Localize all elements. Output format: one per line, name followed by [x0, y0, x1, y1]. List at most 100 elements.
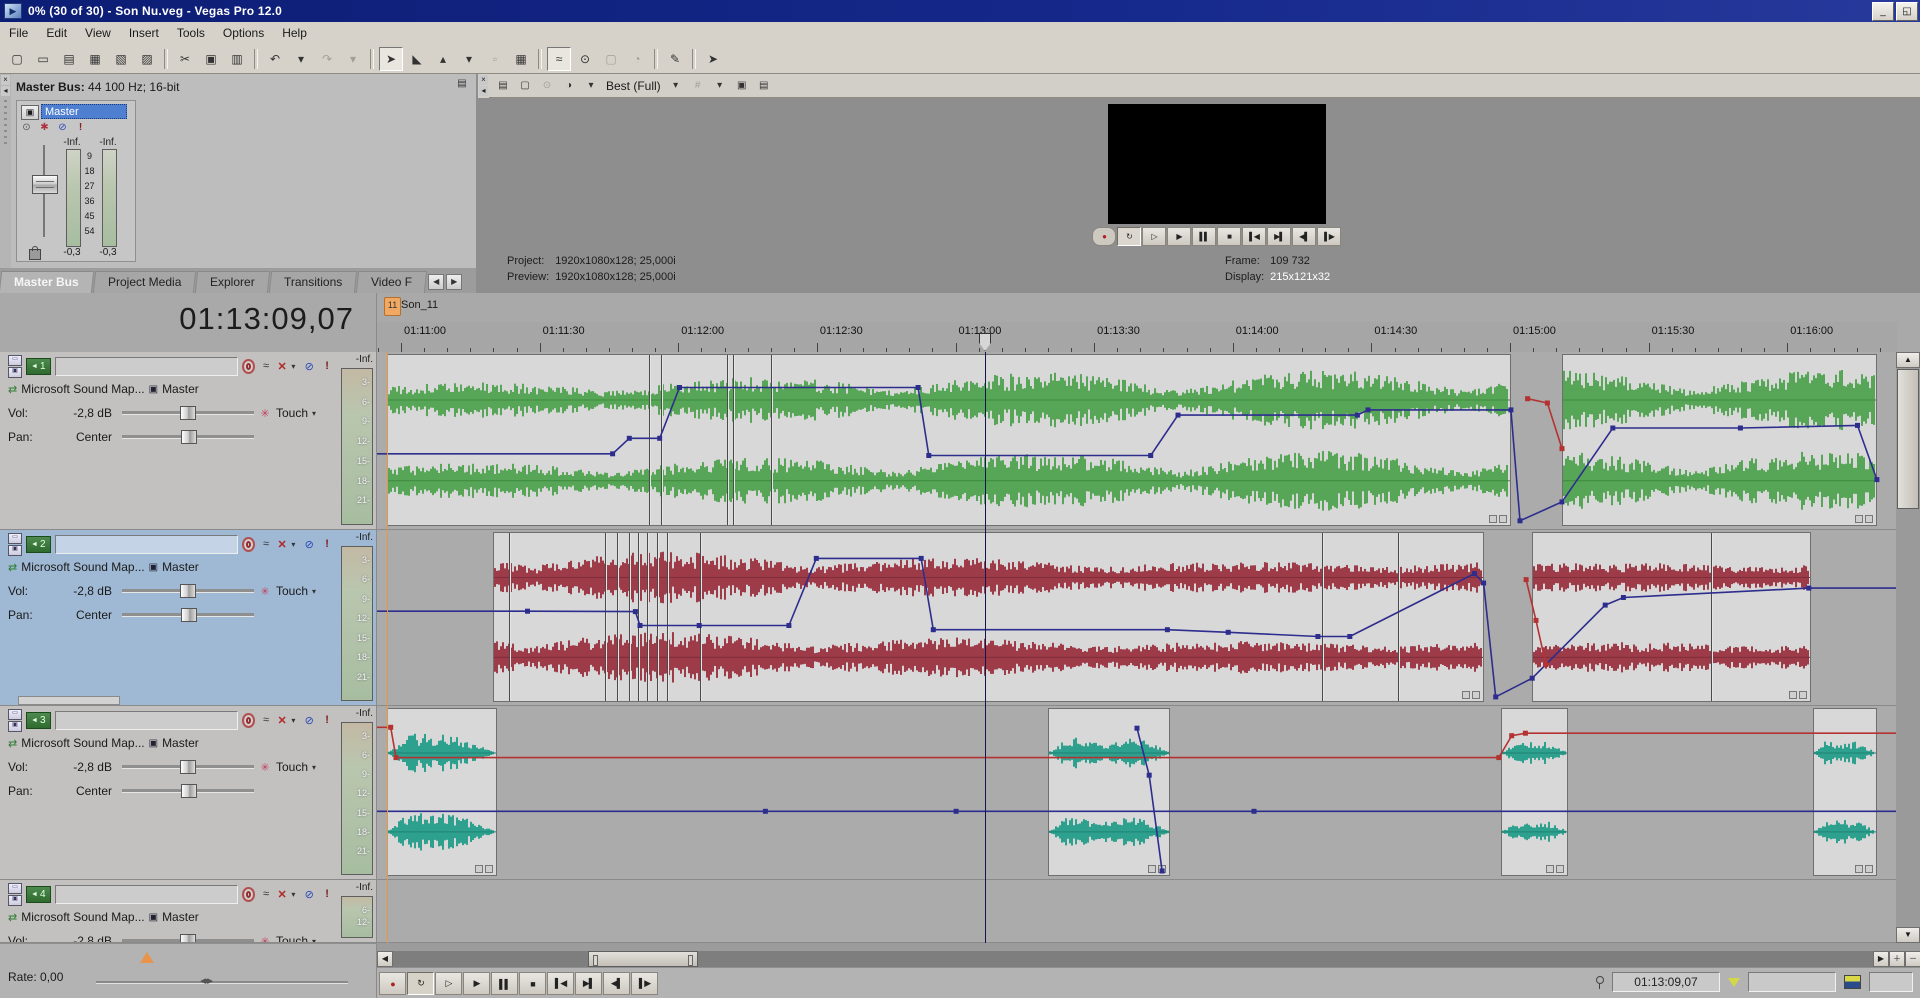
marker-bar[interactable]: 11 Son_11 [377, 293, 1897, 322]
track-name-input[interactable] [55, 711, 238, 730]
event-split[interactable] [733, 355, 734, 525]
arm-record-button[interactable] [242, 713, 256, 728]
redo-history-dropdown[interactable]: ▾ [341, 47, 365, 71]
bus-assign-icon[interactable]: ▣ [149, 912, 158, 923]
tab-project-media[interactable]: Project Media [93, 271, 197, 293]
redo-button[interactable]: ↷ [315, 47, 339, 71]
pan-slider-thumb[interactable] [181, 608, 197, 622]
automation-mode-label[interactable]: Touch [276, 406, 308, 420]
invert-phase-button[interactable]: ! [320, 538, 334, 550]
track-header-4[interactable]: ▭▣◄4≈✕▾⊘!⇄Microsoft Sound Map...▣MasterV… [0, 880, 376, 943]
track-lane-1[interactable] [377, 352, 1897, 530]
audio-event[interactable] [387, 708, 497, 876]
automation-mode-label[interactable]: Touch [276, 760, 308, 774]
event-fx-icon[interactable] [1462, 691, 1480, 699]
track-name-input[interactable] [55, 535, 238, 554]
event-fx-icon[interactable] [1789, 691, 1807, 699]
track-envelope-button[interactable]: ≈ [259, 360, 273, 372]
edit-cursor-line[interactable] [985, 352, 986, 943]
track-envelope-button[interactable]: ≈ [259, 538, 273, 550]
preview-edge-handle[interactable]: × ◂ [478, 74, 489, 98]
mute-button[interactable]: ✕ [277, 360, 287, 373]
menu-file[interactable]: File [0, 23, 37, 43]
pan-value[interactable]: Center [46, 784, 118, 798]
scroll-up-icon[interactable]: ▲ [1896, 352, 1920, 368]
undo-history-dropdown[interactable]: ▾ [289, 47, 313, 71]
track-name-input[interactable] [55, 885, 238, 904]
panel-drag-handle[interactable] [4, 100, 7, 146]
pan-slider-thumb[interactable] [181, 430, 197, 444]
pause-button[interactable]: ▌▌ [491, 972, 518, 995]
minimize-track-icon[interactable]: ▭ [8, 355, 22, 366]
tab-explorer[interactable]: Explorer [195, 271, 270, 293]
menu-help[interactable]: Help [273, 23, 316, 43]
solo-button[interactable]: ⊘ [302, 360, 316, 373]
paste-button[interactable]: ▥ [225, 47, 249, 71]
render-as-button[interactable]: ▧ [109, 47, 133, 71]
automation-gear-icon[interactable]: ✳ [258, 935, 272, 944]
vertical-scrollbar[interactable]: ▲ ▼ [1896, 352, 1920, 943]
event-fx-icon[interactable] [1489, 515, 1507, 523]
project-properties-button[interactable]: ▦ [83, 47, 107, 71]
minimize-track-icon[interactable]: ▭ [8, 533, 22, 544]
overlays-dropdown[interactable]: ▾ [710, 76, 730, 96]
play-from-start-button[interactable]: ▷ [435, 972, 462, 995]
automation-mode-label[interactable]: Touch [276, 584, 308, 598]
event-split[interactable] [700, 533, 701, 701]
bus-name-input[interactable] [41, 104, 127, 119]
vol-value[interactable]: -2,8 dB [46, 584, 118, 598]
event-fx-icon[interactable] [475, 865, 493, 873]
audio-event[interactable] [1048, 708, 1170, 876]
pan-slider[interactable] [122, 613, 254, 617]
automation-gear-icon[interactable]: ✱ [38, 122, 51, 133]
track-envelope-button[interactable]: ≈ [259, 714, 273, 726]
preview-dock-icon[interactable]: ◂ [479, 86, 488, 96]
audio-event[interactable] [493, 532, 1483, 702]
routing-icon[interactable]: ⇄ [8, 737, 17, 750]
track-header-3[interactable]: ▭▣◄3≈✕▾⊘!⇄Microsoft Sound Map...▣MasterV… [0, 706, 376, 880]
restore-track-icon[interactable]: ▣ [8, 895, 22, 906]
loop-playback-button[interactable]: ↻ [407, 972, 434, 995]
cursor-flag[interactable] [979, 333, 991, 351]
stop-button[interactable]: ■ [519, 972, 546, 995]
minimize-button[interactable]: _ [1872, 2, 1894, 21]
preview-play-button[interactable]: ▶ [1167, 227, 1191, 246]
panel-dock-icon[interactable]: ◂ [1, 86, 10, 96]
event-split[interactable] [629, 533, 630, 701]
invert-phase-button[interactable]: ! [320, 360, 334, 372]
mute-icon[interactable]: ⊘ [56, 122, 69, 133]
time-ruler[interactable]: 01:11:0001:11:3001:12:0001:12:3001:13:00… [377, 322, 1897, 353]
vol-value[interactable]: -2.8 dB [46, 934, 118, 943]
go-to-end-button[interactable]: ▶▌ [575, 972, 602, 995]
rate-slider[interactable]: ◂◂▸▸ [96, 981, 348, 984]
open-project-button[interactable]: ▭ [31, 47, 55, 71]
mute-button[interactable]: ✕ [277, 538, 287, 551]
track-header-2[interactable]: ▭▣◄2≈✕▾⊘!⇄Microsoft Sound Map...▣MasterV… [0, 530, 376, 706]
vertical-scroll-thumb[interactable] [1897, 369, 1919, 509]
preview-close-icon[interactable]: × [479, 75, 488, 85]
interactive-tutorials-button[interactable]: ✎ [663, 47, 687, 71]
scroll-left-icon[interactable]: ◀ [377, 951, 393, 967]
menu-tools[interactable]: Tools [168, 23, 214, 43]
rate-slider-thumb[interactable]: ◂◂▸▸ [200, 974, 210, 987]
menu-options[interactable]: Options [214, 23, 273, 43]
copy-snapshot-button[interactable]: ▣ [732, 76, 752, 96]
panel-menu-icon[interactable]: ▤ [454, 78, 470, 92]
panel-close-icon[interactable]: × [1, 75, 10, 85]
mute-dropdown-icon[interactable]: ▾ [291, 362, 298, 371]
whats-this-help-button[interactable]: ➤ [701, 47, 725, 71]
go-to-start-button[interactable]: ▌◀ [547, 972, 574, 995]
zoom-tool-button[interactable]: ◔ [625, 47, 649, 71]
minimize-track-icon[interactable]: ▭ [8, 883, 22, 894]
panel-menu-button[interactable]: ▤ [493, 76, 513, 96]
save-project-button[interactable]: ▤ [57, 47, 81, 71]
cut-button[interactable]: ✂ [173, 47, 197, 71]
track-lane-4[interactable] [377, 880, 1897, 943]
track-lane-3[interactable] [377, 706, 1897, 880]
audio-tool-button[interactable]: ≈ [547, 47, 571, 71]
preview-pause-button[interactable]: ▌▌ [1192, 227, 1216, 246]
arm-record-button[interactable] [242, 537, 256, 552]
preview-loop-playback-button[interactable]: ↻ [1117, 227, 1141, 246]
automation-dropdown-icon[interactable]: ▾ [312, 587, 320, 596]
preview-go-to-start-button[interactable]: ▌◀ [1242, 227, 1266, 246]
